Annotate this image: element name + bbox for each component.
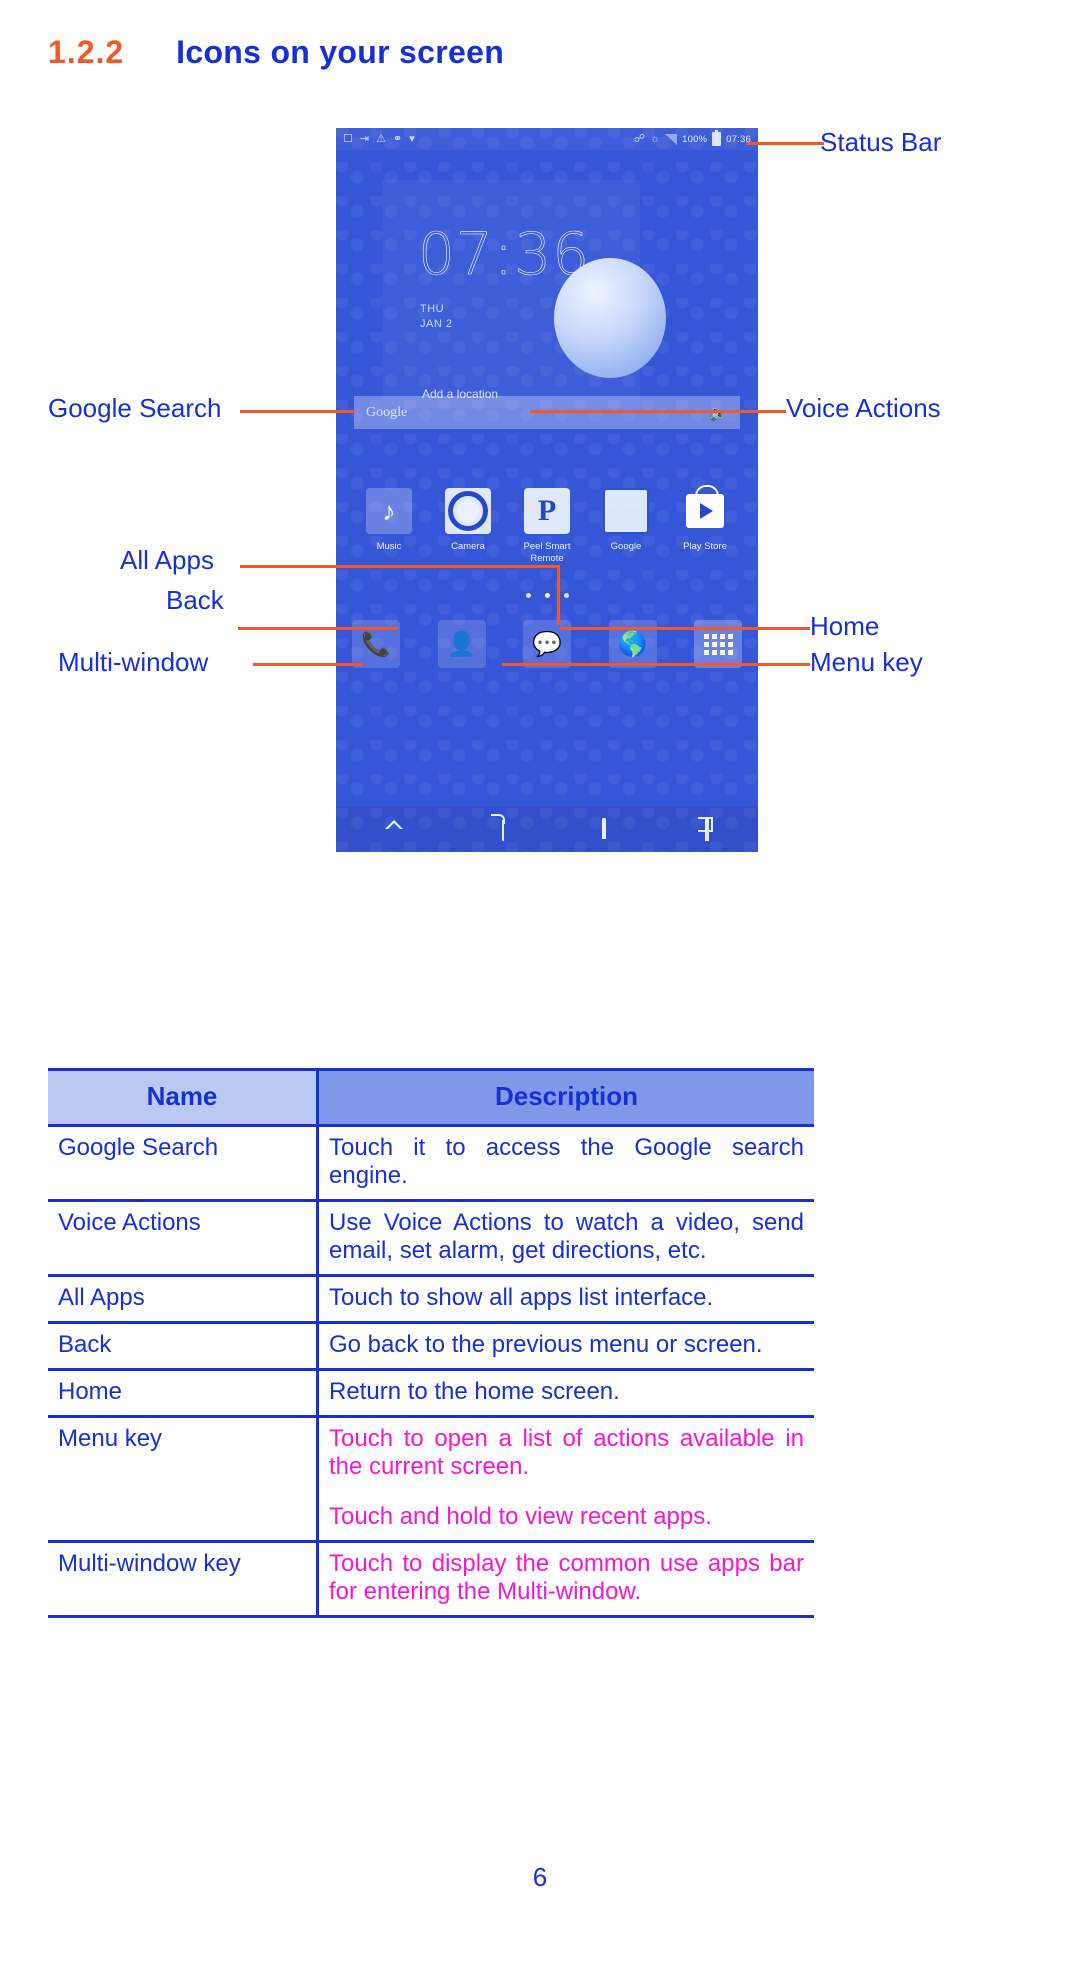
row-description: Touch to display the common use apps bar… (317, 1540, 814, 1618)
row-description: Touch to show all apps list interface. (317, 1274, 814, 1323)
row-name: Back (48, 1321, 319, 1370)
usb-debug-icon: ⚭ (392, 132, 403, 145)
leader-voice-actions (530, 410, 786, 413)
multi-window-triangle-icon[interactable] (385, 821, 403, 838)
signal-icon (665, 133, 678, 145)
page-number: 6 (532, 1862, 548, 1892)
table-row: Google Search Touch it to access the Goo… (48, 1124, 814, 1201)
leader-home (560, 627, 810, 630)
table-row: Back Go back to the previous menu or scr… (48, 1321, 814, 1370)
callout-menu-key: Menu key (810, 647, 923, 677)
callout-voice-actions: Voice Actions (786, 393, 941, 423)
row-name: Menu key (48, 1415, 319, 1542)
table-row: Voice Actions Use Voice Actions to watch… (48, 1199, 814, 1276)
row-description: Use Voice Actions to watch a video, send… (317, 1199, 814, 1276)
home-icon[interactable] (602, 817, 607, 839)
status-bar-right-icons: ☍ ☼ 100% 07:36 (633, 130, 751, 146)
home-page-indicator (336, 593, 758, 598)
page-dot (563, 593, 569, 598)
sim-card-icon: ☐ (343, 132, 353, 145)
battery-percent-label: 100% (682, 133, 708, 145)
app-item-music[interactable]: ♪ Music (354, 488, 424, 565)
app-item-play-store[interactable]: Play Store (670, 485, 740, 565)
table-row: Multi-window key Touch to display the co… (48, 1540, 814, 1618)
status-bar-left-icons: ☐ ⇥ ⚠ ⚭ ▾ (343, 132, 415, 145)
phone-screenshot: ☐ ⇥ ⚠ ⚭ ▾ ☍ ☼ 100% 07:36 07:36 THU JAN 2… (336, 128, 758, 852)
app-label: Peel Smart Remote (523, 541, 571, 564)
clock-day: THU (420, 303, 445, 315)
google-folder-icon (603, 488, 649, 534)
app-item-google[interactable]: Google (591, 488, 661, 565)
clock-date-value: JAN 2 (420, 318, 453, 330)
weather-moon-icon (554, 258, 666, 378)
leader-menu-key (502, 663, 810, 666)
status-bar: ☐ ⇥ ⚠ ⚭ ▾ ☍ ☼ 100% 07:36 (336, 128, 758, 150)
bluetooth-transfer-icon: ⇥ (359, 132, 370, 145)
play-store-icon (682, 485, 728, 534)
contacts-icon[interactable]: 👤 (437, 620, 486, 668)
back-arrow-icon[interactable] (501, 819, 504, 841)
row-description-paragraph: Touch to open a list of actions availabl… (329, 1425, 804, 1480)
home-app-row: ♪ Music Camera P Peel Smart Remote Googl… (354, 485, 740, 565)
row-name: Google Search (48, 1124, 319, 1201)
page-title: Icons on your screen (176, 34, 505, 70)
table-header-row: Name Description (48, 1068, 814, 1126)
table-row: Home Return to the home screen. (48, 1368, 814, 1417)
row-description: Return to the home screen. (317, 1368, 814, 1417)
leader-status-bar (746, 142, 824, 145)
column-header-description: Description (317, 1068, 814, 1126)
callout-all-apps: All Apps (120, 545, 214, 575)
wifi-icon: ▾ (409, 132, 415, 145)
page-dot-active (544, 593, 550, 598)
leader-google-search (240, 410, 355, 413)
battery-full-icon (712, 130, 722, 146)
recent-apps-icon[interactable] (704, 817, 709, 841)
row-name: Multi-window key (48, 1540, 319, 1618)
camera-icon (445, 488, 491, 534)
row-description: Touch it to access the Google search eng… (317, 1124, 814, 1201)
google-search-placeholder: Google (366, 404, 408, 420)
app-item-peel-smart-remote[interactable]: P Peel Smart Remote (512, 488, 582, 565)
page-heading: 1.2.2 Icons on your screen (48, 34, 504, 71)
row-description: Touch to open a list of actions availabl… (317, 1415, 814, 1542)
peel-p-icon: P (524, 488, 570, 534)
leader-multi-window (253, 663, 363, 666)
warning-icon: ⚠ (376, 132, 386, 145)
bluetooth-icon: ☍ (633, 132, 646, 145)
row-description: Go back to the previous menu or screen. (317, 1321, 814, 1370)
app-label: Play Store (683, 541, 727, 552)
section-number: 1.2.2 (48, 34, 125, 70)
row-name: Voice Actions (48, 1199, 319, 1276)
clock-widget[interactable]: 07:36 THU JAN 2 Add a location (382, 180, 666, 408)
leader-all-apps-horizontal (240, 565, 560, 568)
mute-icon: ☼ (650, 132, 661, 145)
table-row: Menu key Touch to open a list of actions… (48, 1415, 814, 1542)
music-note-icon: ♪ (366, 488, 412, 534)
callout-multi-window: Multi-window (58, 647, 209, 677)
app-label: Camera (451, 541, 485, 552)
table-row: All Apps Touch to show all apps list int… (48, 1274, 814, 1323)
page-dot (525, 593, 531, 598)
clock-date: THU JAN 2 (420, 302, 452, 332)
column-header-name: Name (48, 1068, 319, 1126)
navigation-bar (336, 806, 758, 852)
callout-status-bar: Status Bar (820, 127, 942, 157)
icons-description-table: Name Description Google Search Touch it … (48, 1068, 814, 1618)
clock-time: 07:36 (418, 220, 591, 289)
callout-home: Home (810, 611, 880, 641)
row-description-paragraph: Touch and hold to view recent apps. (329, 1503, 712, 1530)
callout-back: Back (166, 585, 224, 615)
callout-google-search: Google Search (48, 393, 222, 423)
app-label: Google (610, 541, 642, 552)
app-label: Music (376, 541, 402, 552)
row-name: All Apps (48, 1274, 319, 1323)
leader-all-apps-vertical (557, 565, 560, 625)
row-name: Home (48, 1368, 319, 1417)
app-item-camera[interactable]: Camera (433, 488, 503, 565)
leader-back (238, 627, 398, 630)
